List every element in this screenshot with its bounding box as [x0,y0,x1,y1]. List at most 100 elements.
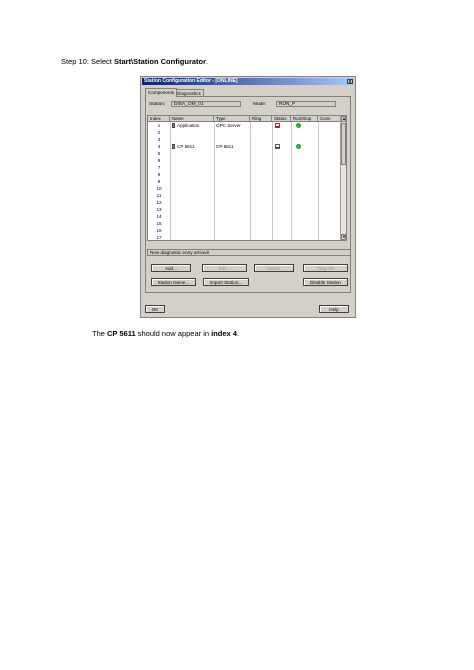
row-type [214,185,250,192]
cp-icon [172,144,175,150]
table-row[interactable]: 10 [148,185,342,192]
table-row[interactable]: 17 [148,234,342,240]
row-type [214,213,250,220]
row-name-cell [170,171,214,178]
application-icon [172,123,175,129]
row-index: 11 [156,193,162,198]
row-type: CP 5611 [216,144,234,149]
row-type [214,220,250,227]
result-text-1: The [92,329,108,338]
table-row[interactable]: 16 [148,227,342,234]
scroll-up-icon[interactable]: ▲ [341,116,346,122]
station-label: Station: [149,102,166,107]
row-name-cell [170,227,214,234]
row-index: 10 [156,186,162,191]
table-row[interactable]: 7 [148,164,342,171]
col-run-stop[interactable]: Run/Stop [291,116,318,121]
row-name-cell [170,185,214,192]
components-table: Index Name Type Ring Status Run/Stop Con… [147,115,347,241]
close-button[interactable]: x [347,79,353,85]
delete-button[interactable]: Delete [254,264,294,272]
col-conn[interactable]: Conn [318,116,342,121]
help-button[interactable]: Help [319,305,349,313]
diagnostic-status-bar: New diagnostic entry arrived! [147,249,351,256]
table-row[interactable]: 15 [148,220,342,227]
row-index: 6 [157,158,161,163]
edit-button[interactable]: Edit... [202,264,247,272]
close-icon: x [348,79,352,85]
window-titlebar: Station Configuration Editor - [ONLINE] … [142,78,354,85]
tab-diagnostics[interactable]: Diagnostics [174,89,204,96]
row-type [214,234,250,240]
scroll-down-icon[interactable]: ▼ [341,234,346,240]
table-row[interactable]: 3 [148,136,342,143]
row-index: 1 [157,123,161,128]
ok-button[interactable]: OK [145,305,165,313]
step-bold-path: Start\Station Configurator [113,57,207,66]
import-station-button[interactable]: Import Station... [203,278,249,286]
row-name-cell: CP 5611 [170,143,214,150]
table-row[interactable]: 6 [148,157,342,164]
row-name-cell [170,206,214,213]
row-index: 17 [156,235,162,240]
mode-label: Mode: [253,102,267,107]
row-name-cell [170,192,214,199]
vertical-scrollbar[interactable]: ▲ ▼ [340,116,346,240]
result-text-3: . [236,329,240,338]
row-name-cell [170,199,214,206]
row-type [214,199,250,206]
station-configuration-editor-window: Station Configuration Editor - [ONLINE] … [140,76,356,318]
row-name-cell [170,213,214,220]
row-name: Application [177,123,200,128]
col-status[interactable]: Status [272,116,291,121]
table-row[interactable]: 14 [148,213,342,220]
table-row[interactable]: 1 Application OPC Server ✓ [148,122,342,129]
row-name-cell [170,234,214,240]
row-name-cell [170,220,214,227]
table-row[interactable]: 4 CP 5611 CP 5611 ✓ [148,143,342,150]
row-index: 5 [157,151,161,156]
table-row[interactable]: 12 [148,199,342,206]
tab-components[interactable]: Components [145,88,178,97]
result-bold-index: index 4 [211,329,237,338]
row-name-cell [170,157,214,164]
table-row[interactable]: 2 [148,129,342,136]
row-index: 15 [156,221,162,226]
row-index: 16 [156,228,162,233]
table-row[interactable]: 8 [148,171,342,178]
row-type [214,129,250,136]
add-button[interactable]: Add... [151,264,191,272]
row-name-cell [170,129,214,136]
table-row[interactable]: 5 [148,150,342,157]
row-index: 14 [156,214,162,219]
row-name-cell: Application [170,122,214,129]
row-index: 8 [157,172,161,177]
col-name[interactable]: Name [170,116,214,121]
row-type [214,192,250,199]
table-row[interactable]: 11 [148,192,342,199]
step-instruction: Step 10: Select Start\Station Configurat… [61,57,208,66]
col-type[interactable]: Type [214,116,250,121]
station-name-button[interactable]: Station Name... [151,278,196,286]
col-ring[interactable]: Ring [250,116,272,121]
row-type: OPC Server [216,123,241,128]
step-suffix: . [206,57,209,66]
row-type [214,227,250,234]
run-check-icon: ✓ [296,123,301,128]
ring-on-button[interactable]: Ring ON [303,264,348,272]
row-index: 7 [157,165,161,170]
run-check-icon: ✓ [296,144,301,149]
table-row[interactable]: 9 [148,178,342,185]
status-icon [275,123,280,128]
row-index: 13 [156,207,162,212]
table-row[interactable]: 13 [148,206,342,213]
disable-station-button[interactable]: Disable Station [303,278,348,286]
row-type [214,164,250,171]
row-index: 3 [157,137,161,142]
col-index[interactable]: Index [148,116,170,121]
scroll-thumb[interactable] [341,123,346,165]
result-bold-cp: CP 5611 [107,329,136,338]
window-title: Station Configuration Editor - [ONLINE] [144,78,238,84]
row-name-cell [170,150,214,157]
row-index: 4 [157,144,161,149]
